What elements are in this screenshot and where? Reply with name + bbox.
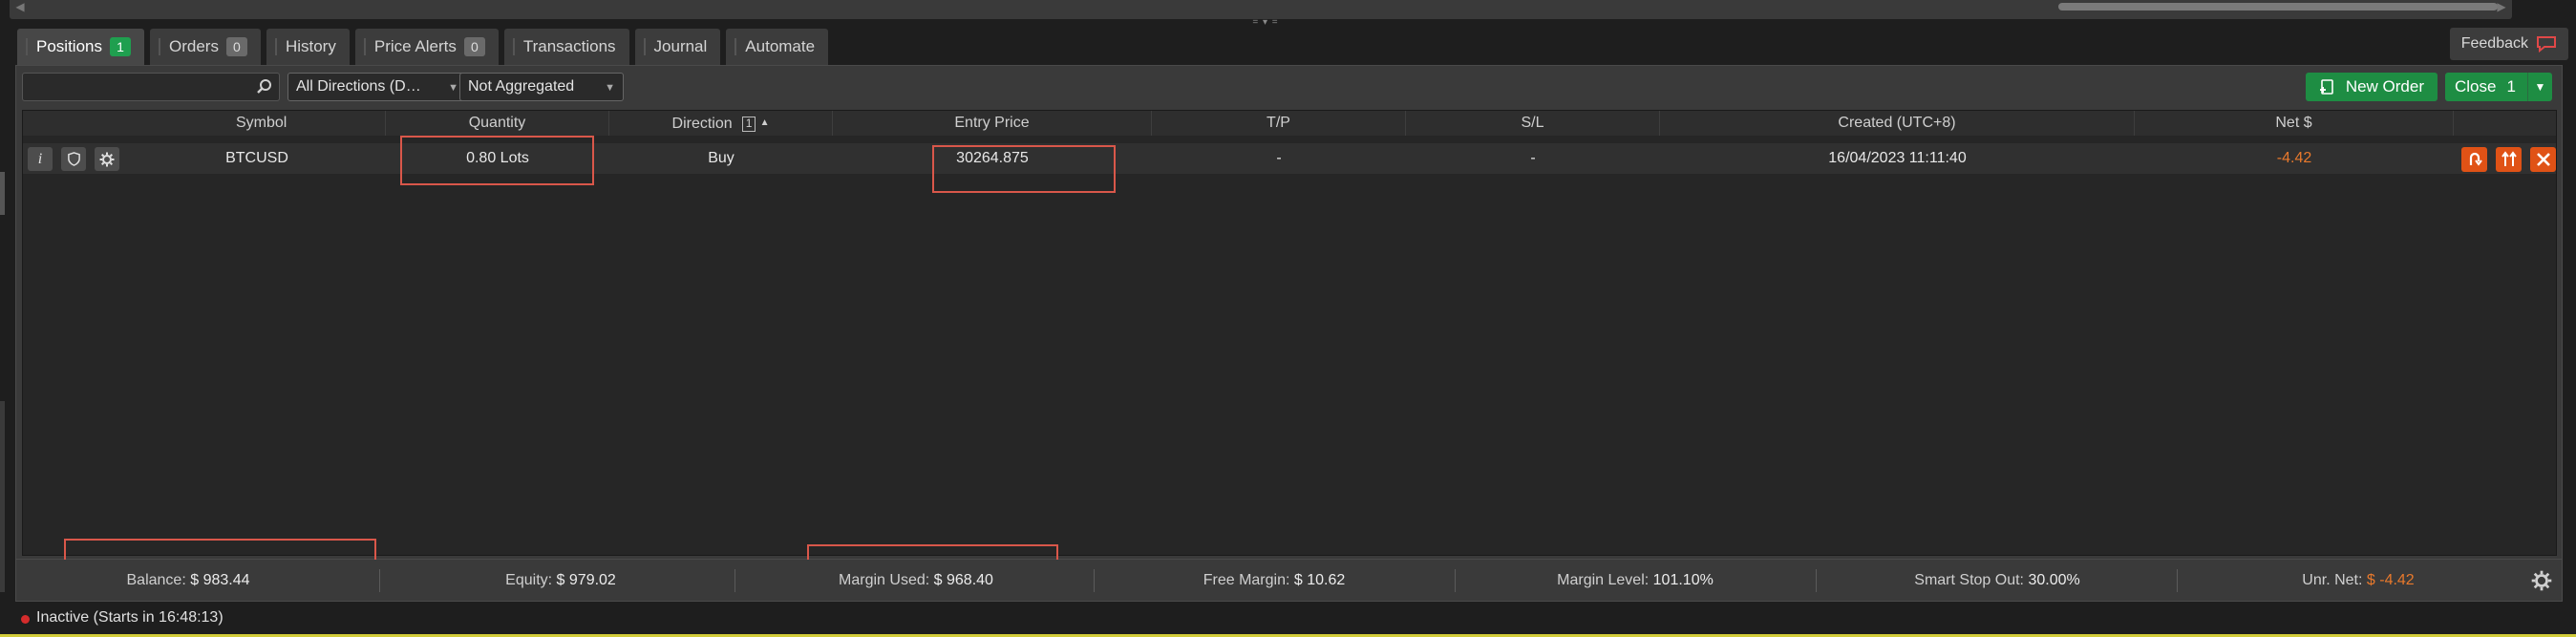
new-order-icon (2319, 79, 2333, 95)
chevron-down-icon: ▼ (448, 82, 458, 94)
free-margin-label: Free Margin: (1203, 572, 1290, 588)
column-header-sl[interactable]: S/L (1406, 111, 1660, 136)
balance-label: Balance: (126, 572, 186, 588)
tab-label: History (285, 37, 336, 55)
column-header-direction[interactable]: Direction 1 ▲ (609, 111, 833, 136)
unrealized-net-stat: Unr. Net: $ -4.42 (2177, 560, 2540, 602)
direction-header-label: Direction (671, 116, 733, 132)
scrollbar-thumb[interactable] (2058, 3, 2498, 11)
close-label: Close (2455, 77, 2497, 96)
margin-used-label: Margin Used: (839, 572, 930, 588)
tab-transactions[interactable]: Transactions (503, 29, 629, 65)
positions-count-badge: 1 (109, 37, 131, 56)
column-header-tp[interactable]: T/P (1152, 111, 1406, 136)
direction-filter-select[interactable]: All Directions (D… ▼ (287, 73, 467, 101)
price-alerts-count-badge: 0 (463, 37, 485, 56)
shield-icon[interactable] (61, 147, 86, 171)
tab-label: Transactions (522, 37, 616, 55)
balance-value: $ 983.44 (190, 572, 250, 588)
margin-used-value: $ 968.40 (933, 572, 993, 588)
close-position-icon[interactable] (2530, 147, 2556, 172)
cell-quantity: 0.80 Lots (466, 150, 529, 166)
cell-tp[interactable]: - (1152, 143, 1406, 174)
smart-stop-out-value: 30.00% (2028, 572, 2080, 588)
search-input[interactable] (23, 74, 243, 100)
aggregation-filter-select[interactable]: Not Aggregated ▼ (459, 73, 624, 101)
close-count: 1 (2506, 77, 2516, 96)
table-row[interactable]: i BTCUSD 0.80 Lots Buy 30264.875 - - 16/… (23, 143, 2556, 174)
equity-value: $ 979.02 (556, 572, 616, 588)
margin-level-stat: Margin Level: 101.10% (1455, 560, 1816, 602)
cell-entry-price: 30264.875 (956, 150, 1029, 166)
margin-level-value: 101.10% (1652, 572, 1714, 588)
tab-automate[interactable]: Automate (726, 29, 829, 65)
column-header-quantity[interactable]: Quantity (386, 111, 609, 136)
cell-sl[interactable]: - (1406, 143, 1660, 174)
tab-positions[interactable]: Positions 1 (17, 29, 144, 65)
cell-symbol: BTCUSD (225, 150, 288, 166)
unr-net-label: Unr. Net: (2302, 572, 2363, 588)
settings-gear-icon[interactable] (2531, 570, 2552, 591)
cell-net: -4.42 (2276, 150, 2312, 166)
double-position-icon[interactable] (2496, 147, 2522, 172)
balance-stat: Balance: $ 983.44 (16, 560, 360, 602)
equity-stat: Equity: $ 979.02 (379, 560, 742, 602)
cell-created: 16/04/2023 11:11:40 (1828, 150, 1967, 166)
cell-direction: Buy (708, 150, 734, 166)
panel-resize-handle[interactable]: = ▾ = (1246, 18, 1285, 29)
tab-label: Automate (745, 37, 816, 55)
column-header-entry-price[interactable]: Entry Price (833, 111, 1152, 136)
column-header-symbol[interactable]: Symbol (23, 111, 386, 136)
feedback-button[interactable]: Feedback (2449, 28, 2568, 60)
column-header-created[interactable]: Created (UTC+8) (1660, 111, 2135, 136)
new-order-label: New Order (2345, 77, 2424, 96)
positions-panel: All Directions (D… ▼ Not Aggregated ▼ Ne… (15, 65, 2563, 560)
tab-label: Orders (168, 37, 219, 55)
left-edge-strip (0, 172, 5, 215)
search-icon[interactable] (256, 78, 273, 96)
chevron-down-icon: ▼ (605, 82, 615, 94)
status-bar: Inactive (Starts in 16:48:13) (0, 602, 2576, 637)
info-icon[interactable]: i (28, 147, 53, 171)
bottom-panel-tabs: Positions 1 Orders 0 History Price Alert… (17, 29, 829, 65)
tab-price-alerts[interactable]: Price Alerts 0 (354, 29, 499, 65)
tab-history[interactable]: History (266, 29, 350, 65)
account-summary-bar: Balance: $ 983.44 Equity: $ 979.02 Margi… (15, 560, 2563, 602)
status-indicator-dot (21, 615, 30, 624)
sort-ascending-icon: ▲ (759, 117, 770, 128)
sort-index-badge: 1 (742, 117, 756, 132)
free-margin-value: $ 10.62 (1293, 572, 1346, 588)
tab-label: Positions (36, 37, 102, 55)
smart-stop-out-label: Smart Stop Out: (1914, 572, 2024, 588)
close-positions-button[interactable]: Close 1 ▼ (2445, 73, 2552, 101)
tab-label: Price Alerts (373, 37, 457, 55)
scroll-right-arrow-icon[interactable]: ▶ (2495, 0, 2508, 13)
aggregation-filter-value: Not Aggregated (468, 78, 575, 95)
search-field[interactable] (22, 73, 280, 101)
smart-stop-out-stat: Smart Stop Out: 30.00% (1816, 560, 2179, 602)
column-header-net[interactable]: Net $ (2135, 111, 2454, 136)
scroll-left-arrow-icon[interactable]: ◀ (13, 0, 27, 13)
positions-table: Symbol Quantity Direction 1 ▲ Entry Pric… (22, 110, 2557, 556)
unr-net-value: $ -4.42 (2366, 572, 2415, 588)
tab-label: Journal (653, 37, 708, 55)
tab-orders[interactable]: Orders 0 (149, 29, 261, 65)
new-order-button[interactable]: New Order (2305, 73, 2438, 101)
direction-filter-value: All Directions (D… (296, 78, 421, 95)
equity-label: Equity: (505, 572, 553, 588)
gear-icon[interactable] (95, 147, 119, 171)
tab-journal[interactable]: Journal (634, 29, 721, 65)
chevron-down-icon[interactable]: ▼ (2527, 73, 2552, 101)
free-margin-stat: Free Margin: $ 10.62 (1094, 560, 1455, 602)
horizontal-scrollbar[interactable]: ◀ ▶ (10, 0, 2512, 19)
margin-level-label: Margin Level: (1557, 572, 1650, 588)
market-status-text: Inactive (Starts in 16:48:13) (36, 609, 224, 626)
reverse-position-icon[interactable] (2461, 147, 2487, 172)
table-header: Symbol Quantity Direction 1 ▲ Entry Pric… (23, 111, 2556, 136)
feedback-speech-bubble-icon (2537, 36, 2556, 53)
feedback-label: Feedback (2460, 35, 2528, 52)
orders-count-badge: 0 (225, 37, 247, 56)
left-edge-strip (0, 401, 5, 592)
margin-used-stat: Margin Used: $ 968.40 (734, 560, 1097, 602)
